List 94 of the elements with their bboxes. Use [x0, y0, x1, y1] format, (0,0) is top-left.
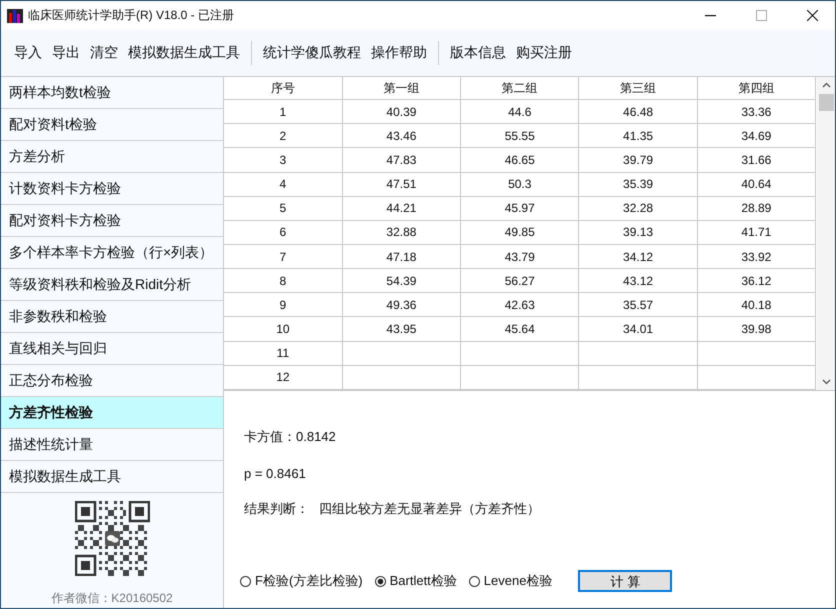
row-number: 6: [224, 220, 342, 244]
table-cell: 56.27: [460, 268, 579, 293]
table-cell: 31.66: [697, 148, 816, 172]
table-cell: 41.71: [697, 220, 816, 244]
method-radio[interactable]: Levene检验: [468, 572, 552, 590]
column-header: 第一组: [342, 77, 461, 100]
table-cell: 46.48: [578, 100, 698, 124]
table-cell: 34.01: [578, 316, 698, 342]
table-cell: 32.28: [578, 196, 698, 220]
sidebar-item[interactable]: 配对资料t检验: [1, 109, 223, 141]
toolbar-button[interactable]: 导出: [49, 40, 83, 66]
chi-square-value: 卡方值：0.8142: [244, 428, 336, 446]
conclusion-label: 结果判断：: [244, 500, 309, 518]
table-cell: 50.3: [460, 172, 579, 196]
table-cell: 40.18: [697, 292, 816, 317]
table-cell: 49.36: [342, 292, 461, 317]
close-icon[interactable]: [806, 10, 818, 21]
table-cell: 47.18: [342, 244, 461, 269]
toolbar-button[interactable]: 购买注册: [513, 40, 575, 66]
table-cell: 41.35: [578, 124, 698, 148]
table-cell: 35.57: [578, 292, 698, 317]
row-number: 7: [224, 244, 342, 269]
radio-icon[interactable]: [240, 576, 251, 586]
window-title: 临床医师统计学助手(R) V18.0 - 已注册: [28, 7, 234, 24]
sidebar-item[interactable]: 计数资料卡方检验: [1, 173, 223, 205]
sidebar-item[interactable]: 等级资料秩和检验及Ridit分析: [1, 269, 223, 301]
table-cell: 55.55: [460, 124, 579, 148]
sidebar-item[interactable]: 方差齐性检验: [1, 397, 223, 429]
table-cell: 42.63: [460, 292, 579, 317]
column-header: 第二组: [460, 77, 579, 100]
table-cell: 39.79: [578, 148, 698, 172]
column-header: 第三组: [578, 77, 698, 100]
compute-button[interactable]: 计 算: [578, 570, 672, 592]
column-header: 第四组: [697, 77, 816, 100]
table-cell: 40.64: [697, 172, 816, 196]
conclusion-text: 四组比较方差无显著差异（方差齐性）: [319, 500, 540, 518]
row-number: 3: [224, 148, 342, 172]
sidebar-item[interactable]: 直线相关与回归: [1, 333, 223, 365]
table-cell: 47.51: [342, 172, 461, 196]
row-number: 1: [224, 100, 342, 124]
table-cell: 28.89: [697, 196, 816, 220]
toolbar-button[interactable]: 导入: [11, 40, 45, 66]
table-cell: 32.88: [342, 220, 461, 244]
sidebar-item[interactable]: 方差分析: [1, 141, 223, 173]
minimize-icon[interactable]: [704, 14, 716, 16]
table-cell: 45.97: [460, 196, 579, 220]
row-number: 10: [224, 316, 342, 342]
sidebar-item[interactable]: 多个样本率卡方检验（行×列表）: [1, 237, 223, 269]
table-cell: 43.95: [342, 316, 461, 342]
radio-icon[interactable]: [468, 576, 480, 586]
table-cell: 43.79: [460, 244, 579, 269]
sidebar-item[interactable]: 描述性统计量: [1, 429, 223, 461]
table-cell: 46.65: [460, 148, 579, 172]
row-number: 8: [224, 268, 342, 293]
radio-icon[interactable]: [374, 576, 386, 586]
row-number: 2: [224, 124, 342, 148]
table-cell: 39.98: [697, 316, 816, 342]
toolbar-button[interactable]: 模拟数据生成工具: [125, 40, 243, 66]
row-number: 11: [224, 341, 342, 366]
table-cell: 43.46: [342, 124, 461, 148]
table-cell: 43.12: [578, 268, 698, 293]
row-number: 5: [224, 196, 342, 220]
table-cell: 35.39: [578, 172, 698, 196]
toolbar-button[interactable]: 操作帮助: [368, 40, 430, 66]
table-cell: 44.21: [342, 196, 461, 220]
table-cell: 34.69: [697, 124, 816, 148]
row-number: 4: [224, 172, 342, 196]
row-number: 9: [224, 292, 342, 317]
row-number: 12: [224, 365, 342, 390]
sidebar-item[interactable]: 两样本均数t检验: [1, 77, 223, 109]
table-cell: 33.36: [697, 100, 816, 124]
column-header: 序号: [224, 77, 342, 100]
wechat-caption: 作者微信：K20160502: [51, 590, 173, 607]
method-radio[interactable]: F检验(方差比检验): [240, 572, 363, 590]
toolbar-button[interactable]: 清空: [87, 40, 121, 66]
table-cell: 33.92: [697, 244, 816, 269]
table-cell: 54.39: [342, 268, 461, 293]
table-cell: 34.12: [578, 244, 698, 269]
app-icon: [7, 8, 23, 24]
sidebar-item[interactable]: 非参数秩和检验: [1, 301, 223, 333]
table-cell: 44.6: [460, 100, 579, 124]
p-value: p = 0.8461: [244, 466, 306, 480]
table-cell: 40.39: [342, 100, 461, 124]
table-cell: 39.13: [578, 220, 698, 244]
table-cell: 45.64: [460, 316, 579, 342]
sidebar-item[interactable]: 配对资料卡方检验: [1, 205, 223, 237]
sidebar-item[interactable]: 模拟数据生成工具: [1, 461, 223, 493]
scrollbar-thumb[interactable]: [818, 94, 834, 111]
table-cell: 49.85: [460, 220, 579, 244]
table-cell: 47.83: [342, 148, 461, 172]
toolbar-button[interactable]: 统计学傻瓜教程: [260, 40, 364, 66]
method-radio[interactable]: Bartlett检验: [374, 572, 457, 590]
table-cell: 36.12: [697, 268, 816, 293]
toolbar-button[interactable]: 版本信息: [447, 40, 509, 66]
